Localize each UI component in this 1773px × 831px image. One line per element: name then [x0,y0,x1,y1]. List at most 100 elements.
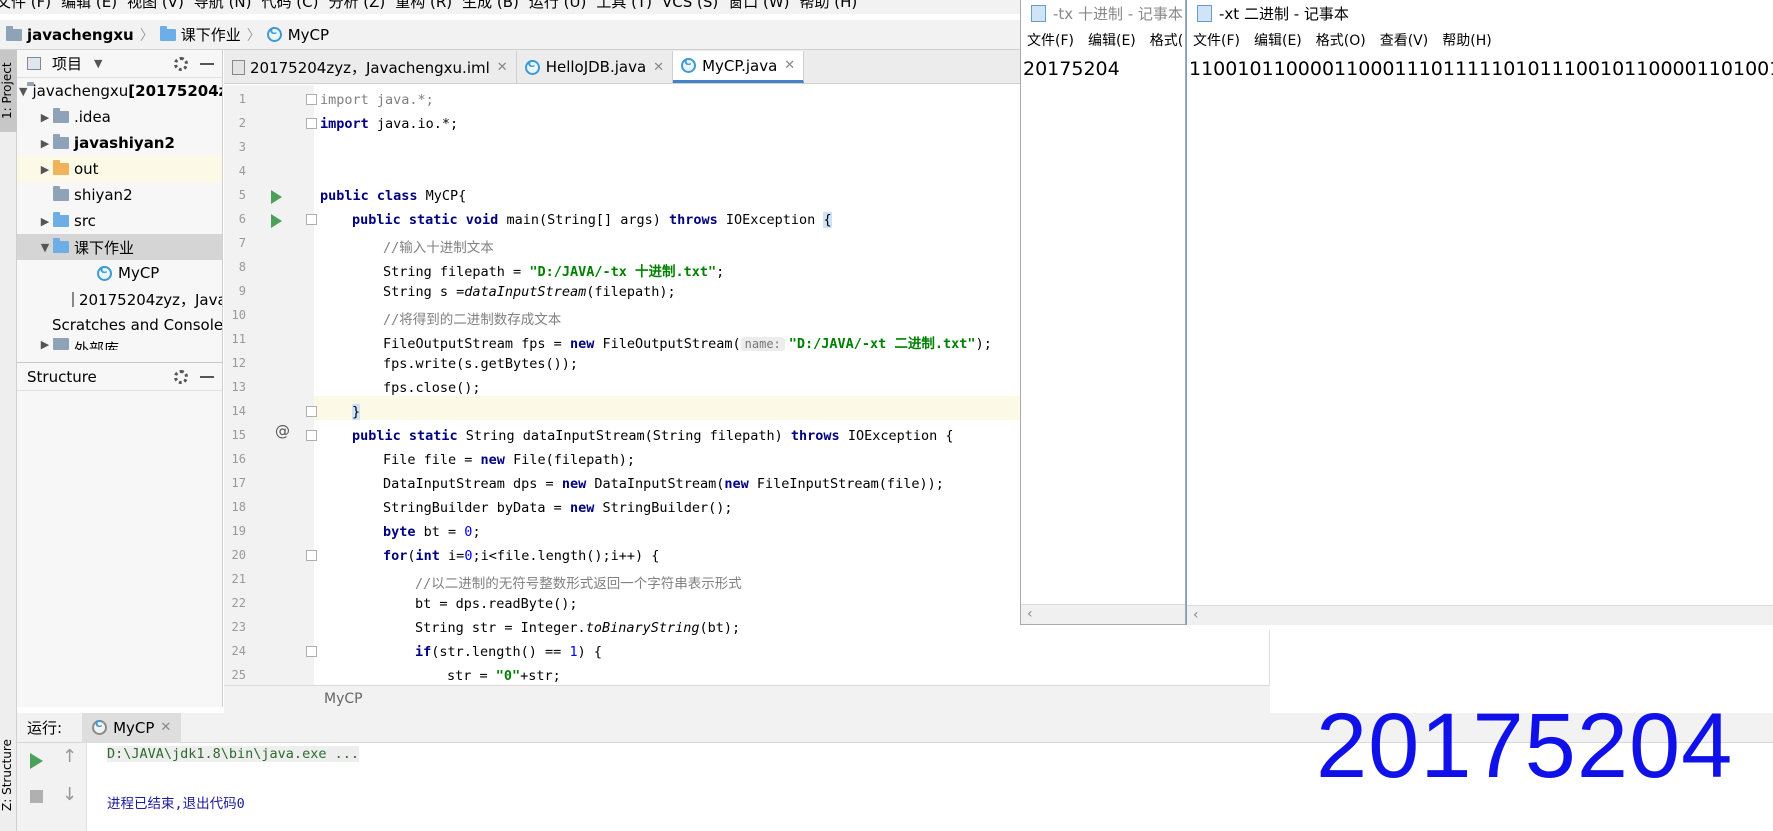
fold-icon[interactable] [306,430,317,441]
library-icon [53,338,69,350]
tree-item-label: out [74,160,99,178]
notepad-text-area[interactable]: 1100101100001100011101111101011100101100… [1187,54,1773,84]
breadcrumb-folder[interactable]: 课下作业 [159,24,241,45]
chevron-right-icon[interactable]: ▶ [37,163,53,176]
minimize-icon[interactable] [200,375,214,378]
project-panel-title[interactable]: 项目 [52,53,82,74]
project-tool-tab[interactable]: 1: Project [0,50,17,132]
tree-item-label: Scratches and Consoles [52,316,223,334]
console-command: D:\JAVA\jdk1.8\bin\java.exe ... [107,746,359,762]
horizontal-scrollbar[interactable]: ‹ [1021,604,1185,624]
tree-item-root[interactable]: ▼ javachengxu [20175204zyz] [17,78,222,104]
chevron-down-icon[interactable]: ▼ [19,85,27,98]
menu-vcs[interactable]: VCS (S) [662,0,728,14]
fold-icon[interactable] [306,550,317,561]
menu-help[interactable]: 帮助 (H) [800,0,868,14]
chevron-right-icon[interactable]: ▶ [37,111,53,124]
menu-format[interactable]: 格式( [1150,30,1183,50]
fold-icon[interactable] [306,118,317,129]
chevron-down-icon[interactable]: ▼ [37,241,53,254]
menu-edit[interactable]: 编辑(E) [1254,30,1302,50]
rerun-icon[interactable] [30,753,43,769]
window-title: -xt 二进制 - 记事本 [1219,4,1349,23]
chevron-right-icon[interactable]: ▶ [37,338,53,350]
chevron-down-icon[interactable]: ▼ [94,57,102,70]
menu-file[interactable]: 文件(F) [1193,30,1240,50]
code-keyword: new [561,476,587,492]
gear-icon[interactable] [174,369,188,384]
notepad-window-binary[interactable]: -xt 二进制 - 记事本 文件(F) 编辑(E) 格式(O) 查看(V) 帮助… [1186,0,1773,625]
close-icon[interactable]: ✕ [653,60,664,75]
scroll-left-icon[interactable]: ‹ [1027,606,1033,622]
stop-icon[interactable] [30,790,43,803]
fold-icon[interactable] [306,214,317,225]
code-line-11: FileOutputStream fps = new FileOutputStr… [383,332,992,352]
menu-navigate[interactable]: 导航 (N) [194,0,262,14]
close-icon[interactable]: ✕ [160,720,171,735]
notepad-title-bar[interactable]: -xt 二进制 - 记事本 [1187,0,1773,26]
tree-item-label: .idea [74,108,111,126]
menu-file[interactable]: 文件(F) [1027,30,1074,50]
minimize-icon[interactable] [200,62,214,65]
tree-item-iml[interactable]: 20175204zyz，Javachengxu.iml [17,286,222,312]
breadcrumb-project[interactable]: javachengxu [6,25,134,44]
left-tool-strip: 1: Project Z: Structure [0,50,17,831]
code-line-10: //将得到的二进制数存成文本 [383,308,561,328]
chevron-right-icon[interactable]: ▶ [37,215,53,228]
menu-edit[interactable]: 编辑(E) [1088,30,1136,50]
menu-view[interactable]: 查看(V) [1380,30,1429,50]
menu-tools[interactable]: 工具 (T) [596,0,662,14]
java-class-icon [524,59,540,75]
menu-view[interactable]: 视图 (V) [127,0,194,14]
current-line-highlight [314,396,1030,420]
tree-item-src[interactable]: ▶ src [17,208,222,234]
editor-breadcrumb-item[interactable]: MyCP [324,691,363,707]
gear-icon[interactable] [174,56,188,71]
down-arrow-icon[interactable]: ↓ [62,784,77,805]
breadcrumb-file[interactable]: MyCP [266,26,329,44]
run-main-icon[interactable] [271,214,282,228]
tree-item-homework[interactable]: ▼ 课下作业 [17,234,222,260]
menu-format[interactable]: 格式(O) [1316,30,1366,50]
module-file-icon [72,291,74,307]
run-tab-mycp[interactable]: MyCP ✕ [82,712,182,743]
code-text: File file = [383,452,481,468]
fold-icon[interactable] [306,646,317,657]
chevron-right-icon[interactable]: ▶ [37,137,53,150]
notepad-window-decimal[interactable]: -tx 十进制 - 记事本 文件(F) 编辑(E) 格式( 20175204 ‹ [1020,0,1186,625]
tab-hellojdb[interactable]: HelloJDB.java ✕ [517,51,674,83]
tree-item-external-libraries[interactable]: ▶ 外部库 [17,338,222,350]
run-class-icon[interactable] [271,190,282,204]
up-arrow-icon[interactable]: ↑ [62,746,77,767]
fold-icon[interactable] [306,406,317,417]
tree-item-mycp[interactable]: MyCP [17,260,222,286]
menu-build[interactable]: 生成 (B) [462,0,529,14]
tree-item-javashiyan2[interactable]: ▶ javashiyan2 [17,130,222,156]
override-at-icon[interactable]: @ [275,422,290,440]
tree-item-out[interactable]: ▶ out [17,156,222,182]
fold-icon[interactable] [306,94,317,105]
menu-help[interactable]: 帮助(H) [1442,30,1491,50]
code-text: DataInputStream( [586,476,725,492]
menu-run[interactable]: 运行 (U) [529,0,596,14]
structure-tool-tab[interactable]: Z: Structure [0,730,17,820]
menu-analyze[interactable]: 分析 (Z) [328,0,395,14]
menu-window[interactable]: 窗口 (W) [728,0,799,14]
notepad-text-area[interactable]: 20175204 [1021,54,1185,84]
tab-mycp[interactable]: MyCP.java ✕ [673,51,805,83]
horizontal-scrollbar[interactable]: ‹ [1187,605,1773,625]
menu-refactor[interactable]: 重构 (R) [395,0,462,14]
menu-code[interactable]: 代码 (C) [262,0,329,14]
notepad-title-bar[interactable]: -tx 十进制 - 记事本 [1021,0,1185,26]
menu-edit[interactable]: 编辑 (E) [61,0,127,14]
module-file-icon [232,59,245,75]
tree-item-scratches[interactable]: Scratches and Consoles [17,312,222,338]
close-icon[interactable]: ✕ [784,58,795,73]
tab-iml[interactable]: 20175204zyz，Javachengxu.iml ✕ [224,51,517,83]
scroll-left-icon[interactable]: ‹ [1193,607,1199,623]
tree-item-shiyan2[interactable]: shiyan2 [17,182,222,208]
tree-item-label: shiyan2 [74,186,133,204]
menu-file[interactable]: 文件 (F) [0,0,61,14]
close-icon[interactable]: ✕ [497,60,508,75]
tree-item-idea[interactable]: ▶ .idea [17,104,222,130]
